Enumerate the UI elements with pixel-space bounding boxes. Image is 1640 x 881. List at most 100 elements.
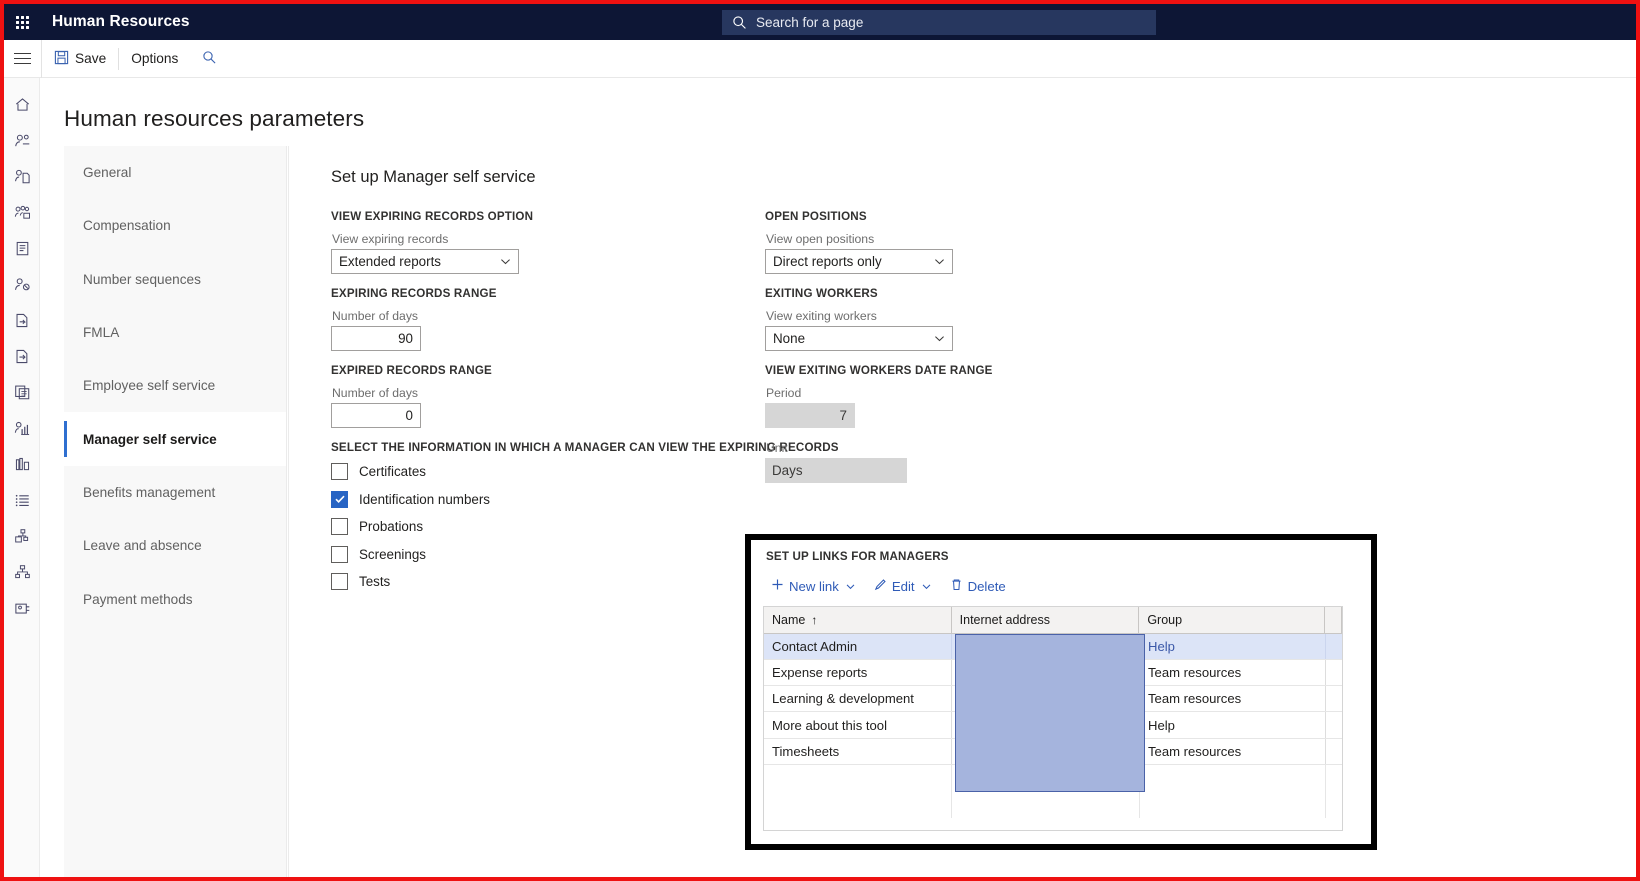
sidebar-item-employee-self-service[interactable]: Employee self service — [64, 359, 286, 412]
org-chart-icon[interactable] — [4, 554, 40, 590]
table-row[interactable]: More about this tool Help — [764, 712, 1342, 738]
cell-spacer — [1326, 686, 1342, 711]
list-numbered-icon[interactable] — [4, 482, 40, 518]
plus-icon — [771, 578, 784, 594]
checkbox-probations[interactable] — [331, 518, 348, 535]
document-share-icon[interactable] — [4, 302, 40, 338]
cell-text: Expense reports — [772, 665, 867, 680]
cell-empty — [952, 791, 1140, 817]
cell-address[interactable] — [952, 634, 1140, 659]
edit-button[interactable]: Edit — [866, 573, 940, 599]
tab-label: Payment methods — [83, 592, 193, 607]
view-exiting-workers-select[interactable]: None — [765, 326, 953, 351]
table-row-empty — [764, 791, 1342, 817]
cell-address[interactable] — [952, 686, 1140, 711]
unit-input[interactable] — [765, 458, 907, 483]
checkbox-certificates[interactable] — [331, 463, 348, 480]
copy-clipboard-icon[interactable] — [4, 374, 40, 410]
cell-group[interactable]: Team resources — [1140, 739, 1326, 764]
view-open-positions-select[interactable]: Direct reports only — [765, 249, 953, 274]
checkbox-tests[interactable] — [331, 573, 348, 590]
chevron-down-icon — [933, 255, 948, 268]
checkbox-row-certificates[interactable]: Certificates — [331, 458, 761, 486]
clipboard-list-icon[interactable] — [4, 230, 40, 266]
filter-search-button[interactable] — [190, 40, 229, 78]
home-icon[interactable] — [4, 86, 40, 122]
parameter-tab-strip: General Compensation Number sequences FM… — [64, 146, 287, 881]
table-row[interactable]: Learning & development Team resources — [764, 686, 1342, 712]
tab-label: Manager self service — [83, 432, 217, 447]
column-header-spacer — [1325, 607, 1342, 633]
save-button[interactable]: Save — [42, 40, 118, 78]
badge-icon[interactable] — [4, 590, 40, 626]
cell-text: Team resources — [1148, 691, 1241, 706]
top-navigation-bar: Human Resources — [4, 4, 1636, 40]
table-row[interactable]: Timesheets Team resources — [764, 739, 1342, 765]
sidebar-item-fmla[interactable]: FMLA — [64, 306, 286, 359]
column-header-group[interactable]: Group — [1139, 607, 1325, 633]
sidebar-item-benefits-management[interactable]: Benefits management — [64, 466, 286, 519]
table-row[interactable]: Expense reports Team resources — [764, 660, 1342, 686]
cell-name[interactable]: More about this tool — [764, 712, 952, 737]
sidebar-item-number-sequences[interactable]: Number sequences — [64, 253, 286, 306]
new-link-label: New link — [789, 579, 839, 594]
sidebar-item-payment-methods[interactable]: Payment methods — [64, 572, 286, 625]
checkbox-row-screenings[interactable]: Screenings — [331, 541, 761, 569]
person-chart-icon[interactable] — [4, 410, 40, 446]
cell-group[interactable]: Help — [1140, 712, 1326, 737]
waffle-grid-icon[interactable] — [4, 4, 40, 40]
expiring-days-input[interactable] — [331, 326, 421, 351]
column-header-name[interactable]: Name ↑ — [764, 607, 952, 633]
org-edit-icon[interactable] — [4, 518, 40, 554]
cell-address[interactable] — [952, 660, 1140, 685]
expired-days-input[interactable] — [331, 403, 421, 428]
new-link-button[interactable]: New link — [763, 573, 864, 599]
hamburger-icon[interactable] — [4, 40, 42, 78]
checkbox-row-identification-numbers[interactable]: Identification numbers — [331, 486, 761, 514]
sidebar-item-compensation[interactable]: Compensation — [64, 199, 286, 252]
people-group-icon[interactable] — [4, 194, 40, 230]
cell-name[interactable]: Timesheets — [764, 739, 952, 764]
group-expired-records-range: EXPIRED RECORDS RANGE — [331, 364, 761, 377]
save-disk-icon — [54, 50, 69, 68]
view-expiring-records-select[interactable]: Extended reports — [331, 249, 519, 274]
cell-address[interactable] — [952, 739, 1140, 764]
bar-chart-icon[interactable] — [4, 446, 40, 482]
sidebar-item-general[interactable]: General — [64, 146, 286, 199]
sidebar-item-manager-self-service[interactable]: Manager self service — [64, 412, 286, 465]
search-input[interactable] — [754, 14, 1146, 31]
person-remove-icon[interactable] — [4, 266, 40, 302]
checkbox-row-probations[interactable]: Probations — [331, 513, 761, 541]
period-input[interactable] — [765, 403, 855, 428]
checkbox-screenings[interactable] — [331, 546, 348, 563]
cell-name[interactable]: Learning & development — [764, 686, 952, 711]
cell-address[interactable] — [952, 712, 1140, 737]
group-open-positions: OPEN POSITIONS — [765, 210, 1085, 223]
checkbox-identification-numbers[interactable] — [331, 491, 348, 508]
delete-button[interactable]: Delete — [942, 573, 1014, 599]
column-header-internet-address[interactable]: Internet address — [952, 607, 1140, 633]
sidebar-item-leave-and-absence[interactable]: Leave and absence — [64, 519, 286, 572]
checkbox-label: Probations — [359, 519, 423, 534]
global-search[interactable] — [722, 10, 1156, 35]
person-document-icon[interactable] — [4, 158, 40, 194]
form-left-column: VIEW EXPIRING RECORDS OPTION View expiri… — [331, 210, 761, 596]
tab-label: Benefits management — [83, 485, 215, 500]
document-share-alt-icon[interactable] — [4, 338, 40, 374]
checkbox-row-tests[interactable]: Tests — [331, 568, 761, 596]
cell-group[interactable]: Team resources — [1140, 660, 1326, 685]
checkbox-label: Screenings — [359, 547, 426, 562]
cell-text: Timesheets — [772, 744, 839, 759]
person-add-icon[interactable] — [4, 122, 40, 158]
app-title: Human Resources — [52, 13, 190, 31]
cell-name[interactable]: Contact Admin — [764, 634, 952, 659]
cell-name[interactable]: Expense reports — [764, 660, 952, 685]
column-header-label: Group — [1147, 613, 1182, 627]
table-row[interactable]: Contact Admin Help — [764, 634, 1342, 660]
module-rail — [4, 78, 40, 881]
cell-group[interactable]: Help — [1140, 634, 1326, 659]
options-button[interactable]: Options — [119, 40, 190, 78]
form-right-column: OPEN POSITIONS View open positions Direc… — [765, 210, 1085, 496]
cell-group[interactable]: Team resources — [1140, 686, 1326, 711]
search-icon — [732, 15, 747, 30]
